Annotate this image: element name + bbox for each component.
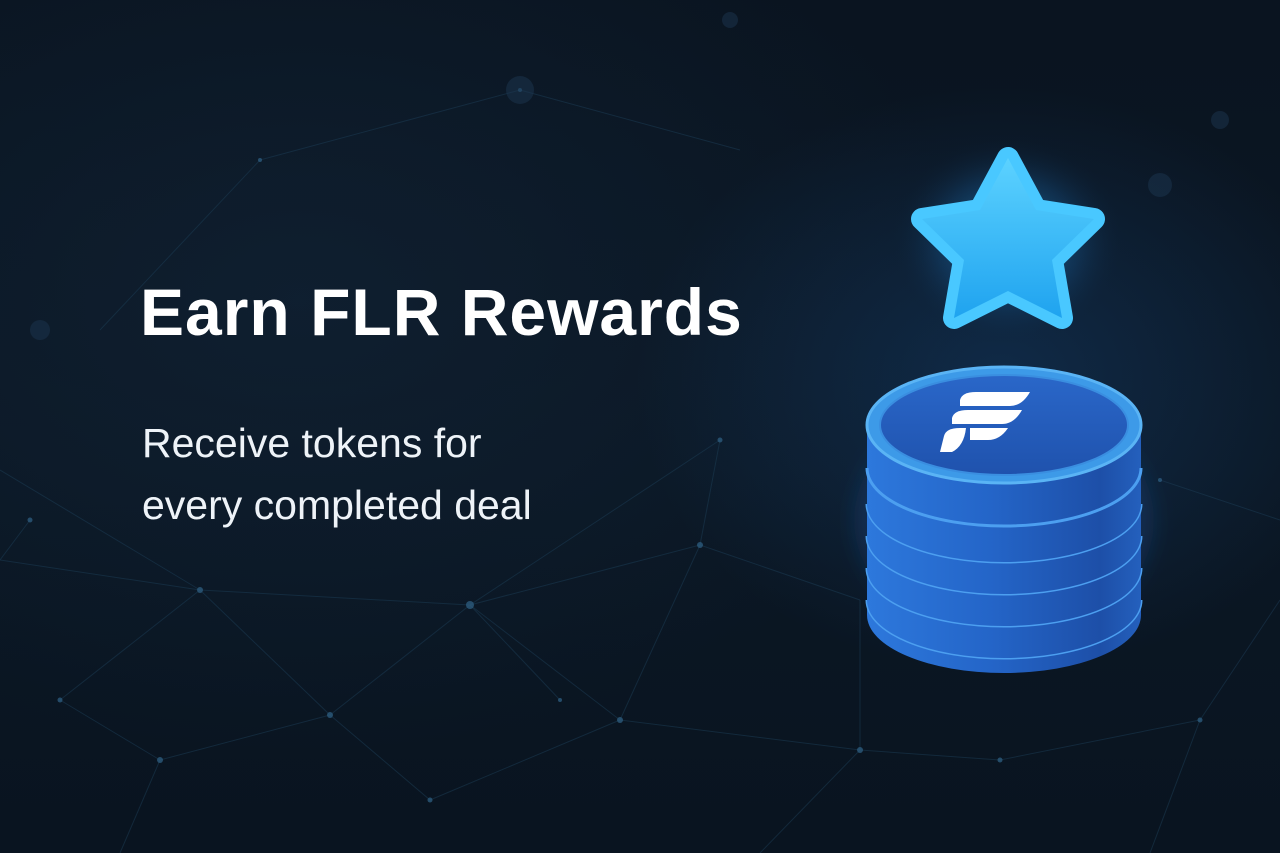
star-icon <box>888 135 1128 345</box>
subheadline-line-2: every completed deal <box>142 482 532 528</box>
coin-stack-icon <box>854 365 1154 673</box>
rewards-illustration <box>854 135 1154 673</box>
subheadline: Receive tokens for every completed deal <box>142 412 532 536</box>
subheadline-line-1: Receive tokens for <box>142 420 482 466</box>
headline: Earn FLR Rewards <box>140 275 743 349</box>
rewards-banner: Earn FLR Rewards Receive tokens for ever… <box>0 0 1280 853</box>
